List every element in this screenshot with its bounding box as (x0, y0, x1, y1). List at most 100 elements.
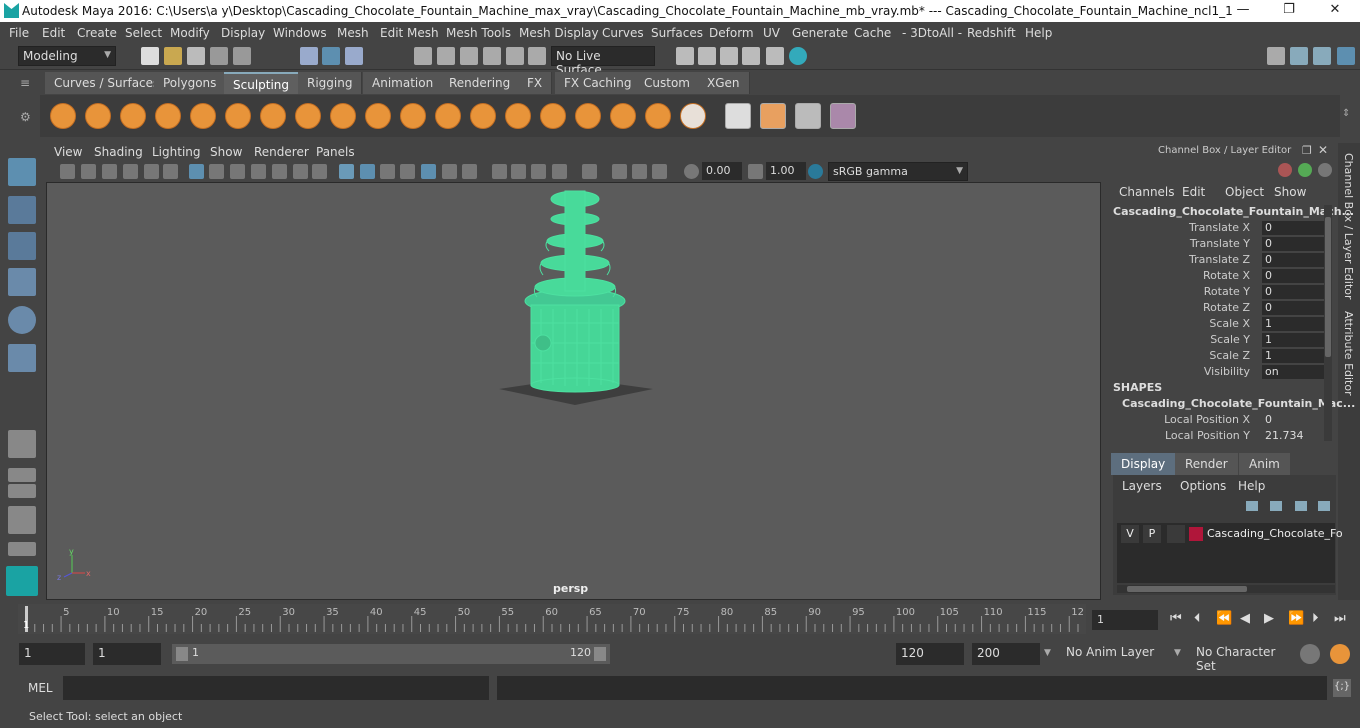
range-end-handle[interactable] (594, 647, 606, 661)
playback-end-field[interactable]: 120 (896, 643, 964, 665)
menu-windows[interactable]: Windows (273, 26, 327, 40)
cb-menu-object[interactable]: Object (1225, 185, 1264, 199)
isolate-select-icon[interactable] (582, 164, 597, 179)
menu-mesh-tools[interactable]: Mesh Tools (446, 26, 511, 40)
motion-blur-icon[interactable] (511, 164, 526, 179)
grid-icon[interactable] (189, 164, 204, 179)
repeat-tool-icon[interactable] (330, 103, 356, 129)
xray-active-icon[interactable] (632, 164, 647, 179)
play-forward-icon[interactable]: ▶ (1264, 611, 1274, 626)
new-layer-selected-icon[interactable] (1318, 501, 1330, 511)
close-panel-icon[interactable]: ✕ (1318, 143, 1328, 157)
menu-redshift[interactable]: Redshift (967, 26, 1016, 40)
character-set-dropdown[interactable]: No Character Set (1192, 643, 1296, 673)
menu-deform[interactable]: Deform (709, 26, 754, 40)
layer-row[interactable]: V P Cascading_Chocolate_Fo (1117, 525, 1343, 543)
material-ball-icon[interactable] (795, 103, 821, 129)
screen-space-ao-icon[interactable] (492, 164, 507, 179)
shelf-tab-polygons[interactable]: Polygons (154, 72, 227, 94)
imprint-tool-icon[interactable] (365, 103, 391, 129)
textured-icon[interactable] (400, 164, 415, 179)
grab-tool-icon[interactable] (155, 103, 181, 129)
chevron-down-icon[interactable]: ▼ (1044, 648, 1051, 658)
current-frame-field[interactable]: 1 (1092, 610, 1158, 630)
render-view-icon[interactable] (742, 47, 760, 65)
mel-label[interactable]: MEL (28, 681, 53, 695)
redo-icon[interactable] (233, 47, 251, 65)
wax-tool-icon[interactable] (400, 103, 426, 129)
attr-scale-x-value[interactable]: 1 (1262, 317, 1324, 331)
attr-visibility-value[interactable]: on (1262, 365, 1324, 379)
color-management-icon[interactable] (808, 164, 823, 179)
layer-display-type-toggle[interactable] (1167, 525, 1185, 543)
2d-pan-zoom-icon[interactable] (144, 164, 159, 179)
menu-display[interactable]: Display (221, 26, 265, 40)
menu-help[interactable]: Help (1025, 26, 1052, 40)
menu-surfaces[interactable]: Surfaces (651, 26, 703, 40)
smooth-tool-icon[interactable] (85, 103, 111, 129)
select-by-hierarchy-icon[interactable] (300, 47, 318, 65)
select-by-component-icon[interactable] (345, 47, 363, 65)
exposure-icon[interactable] (684, 164, 699, 179)
anim-layer-dropdown[interactable]: No Anim Layer (1062, 643, 1162, 665)
menu-mesh-display[interactable]: Mesh Display (519, 26, 599, 40)
move-layer-down-icon[interactable] (1270, 501, 1282, 511)
shelf-tab-custom[interactable]: Custom (635, 72, 700, 94)
scrape-tool-icon[interactable] (435, 103, 461, 129)
four-view-layout-icon[interactable] (8, 468, 36, 482)
film-gate-icon[interactable] (209, 164, 224, 179)
menu-file[interactable]: File (9, 26, 29, 40)
shelf-tab-fx[interactable]: FX (518, 72, 553, 94)
snap-surface-icon[interactable] (506, 47, 524, 65)
camera-attributes-icon[interactable] (81, 164, 96, 179)
script-editor-icon[interactable]: {;} (1333, 679, 1351, 697)
menu-curves[interactable]: Curves (602, 26, 644, 40)
select-by-object-icon[interactable] (322, 47, 340, 65)
panel-menu-show[interactable]: Show (210, 145, 242, 159)
gear-icon[interactable]: ⚙ (20, 110, 34, 124)
relax-tool-icon[interactable] (120, 103, 146, 129)
panel-menu-renderer[interactable]: Renderer (254, 145, 309, 159)
toggle-attribute-editor-icon[interactable] (1313, 47, 1331, 65)
layer-menu-options[interactable]: Options (1180, 479, 1226, 493)
move-layer-up-icon[interactable] (1246, 501, 1258, 511)
attr-rotate-x-value[interactable]: 0 (1262, 269, 1324, 283)
save-scene-icon[interactable] (187, 47, 205, 65)
fill-tool-icon[interactable] (470, 103, 496, 129)
speed-icon[interactable] (1298, 163, 1312, 177)
range-start-handle[interactable] (176, 647, 188, 661)
color-space-dropdown[interactable]: sRGB gamma ▼ (828, 162, 968, 181)
float-panel-icon[interactable]: ❐ (1302, 144, 1312, 157)
panel-menu-view[interactable]: View (54, 145, 82, 159)
camera-icon[interactable] (60, 164, 75, 179)
auto-key-icon[interactable] (1300, 644, 1320, 664)
layer-hscrollbar[interactable] (1117, 585, 1335, 593)
attr-scale-y-value[interactable]: 1 (1262, 333, 1324, 347)
grease-pencil-icon[interactable] (163, 164, 178, 179)
live-surface-field[interactable]: No Live Surface (551, 46, 655, 77)
use-all-lights-icon[interactable] (442, 164, 457, 179)
snap-point-icon[interactable] (460, 47, 478, 65)
scrollbar-thumb[interactable] (1127, 586, 1247, 592)
attr-scale-z-value[interactable]: 1 (1262, 349, 1324, 363)
layer-tab-render[interactable]: Render (1175, 453, 1238, 475)
new-layer-icon[interactable] (1295, 501, 1307, 511)
foamy-tool-icon[interactable] (260, 103, 286, 129)
range-slider[interactable]: 1 120 (172, 644, 610, 664)
make-live-icon[interactable] (528, 47, 546, 65)
shelf-options-icon[interactable]: ≡ (20, 76, 34, 90)
shelf-tab-curves-surfaces[interactable]: Curves / Surfaces (45, 72, 170, 94)
two-view-layout-icon[interactable] (8, 484, 36, 498)
layer-visibility-toggle[interactable]: V (1121, 525, 1139, 543)
hud-icon[interactable] (652, 164, 667, 179)
shape-name[interactable]: Cascading_Chocolate_Fountain_Mac... (1122, 397, 1355, 410)
ipr-render-icon[interactable] (720, 47, 738, 65)
cb-menu-channels[interactable]: Channels (1119, 185, 1175, 199)
gate-mask-icon[interactable] (251, 164, 266, 179)
safe-title-icon[interactable] (312, 164, 327, 179)
image-plane-icon[interactable] (123, 164, 138, 179)
go-to-start-icon[interactable]: ⏮ (1170, 611, 1182, 626)
play-backward-icon[interactable]: ◀ (1240, 611, 1250, 626)
new-scene-icon[interactable] (141, 47, 159, 65)
scale-tool-icon[interactable] (8, 344, 36, 372)
